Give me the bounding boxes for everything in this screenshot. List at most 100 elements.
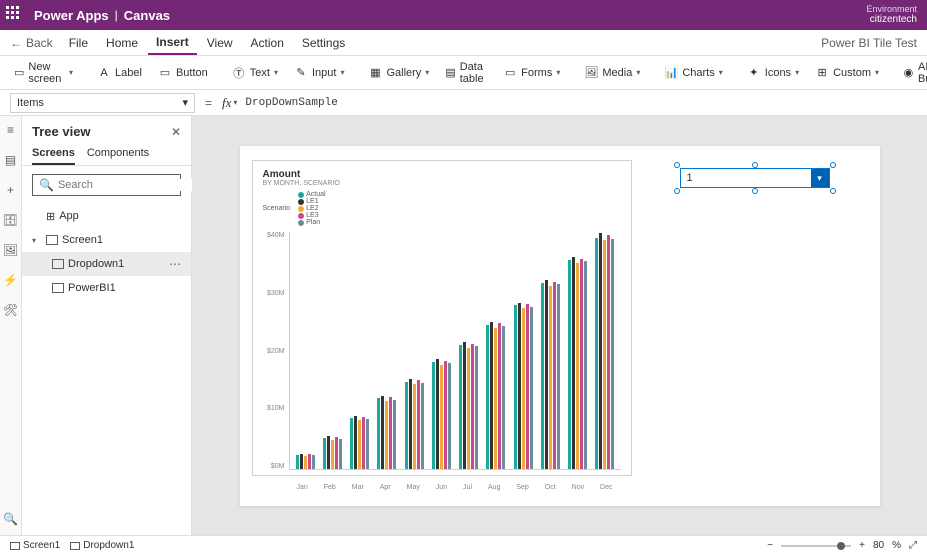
input-dropdown[interactable]: ✎Input▾ — [288, 62, 350, 84]
x-tick: Sep — [516, 484, 528, 491]
rail-flows-icon[interactable]: ⚡ — [3, 272, 19, 288]
fit-to-screen-icon[interactable]: ⤢ — [909, 540, 917, 551]
dropdown-chevron-icon[interactable]: ▾ — [811, 169, 829, 187]
menu-file[interactable]: File — [61, 32, 96, 54]
y-tick: $30M — [263, 290, 285, 297]
menu-home[interactable]: Home — [98, 32, 146, 54]
gallery-dropdown[interactable]: ▦Gallery▾ — [362, 62, 435, 84]
formula-input[interactable] — [245, 97, 917, 109]
ai-builder-dropdown[interactable]: ◉AI Builder▾ — [897, 57, 927, 89]
zoom-thumb[interactable] — [837, 542, 845, 550]
bar — [381, 396, 384, 469]
waffle-icon[interactable] — [6, 6, 24, 24]
bar — [463, 342, 466, 469]
dropdown-icon — [70, 542, 80, 550]
chevron-down-icon: ▾ — [636, 68, 640, 77]
data-table-button[interactable]: ▤Data table — [439, 57, 493, 89]
app-header: Power Apps | Canvas Environment citizent… — [0, 0, 927, 30]
button-button[interactable]: ▭Button — [152, 62, 214, 84]
resize-handle[interactable] — [830, 162, 836, 168]
tree-title: Tree view — [32, 124, 171, 139]
bar — [323, 438, 326, 469]
menu-settings[interactable]: Settings — [294, 32, 353, 54]
chevron-down-icon: ▾ — [795, 68, 799, 77]
zoom-out-button[interactable]: − — [767, 540, 773, 551]
bar — [385, 401, 388, 469]
bar — [518, 303, 521, 469]
bar — [366, 419, 369, 469]
rail-data-icon[interactable]: 🗄 — [3, 212, 19, 228]
chevron-down-icon: ▾ — [69, 68, 73, 77]
charts-dropdown[interactable]: 📊Charts▾ — [658, 62, 728, 84]
tree-search[interactable]: 🔍 — [32, 174, 181, 196]
menu-action[interactable]: Action — [243, 32, 292, 54]
environment-picker[interactable]: Environment citizentech — [866, 5, 921, 26]
tree-node-app[interactable]: ⊞ App — [22, 204, 191, 228]
bar — [599, 233, 602, 469]
new-screen-button[interactable]: ▭New screen▾ — [8, 57, 79, 89]
tab-screens[interactable]: Screens — [32, 143, 75, 165]
menu-insert[interactable]: Insert — [148, 31, 197, 55]
dropdown-control[interactable]: 1 ▾ — [680, 168, 830, 188]
bar — [494, 328, 497, 469]
bar — [413, 384, 416, 469]
resize-handle[interactable] — [674, 188, 680, 194]
label-button[interactable]: ALabel — [91, 62, 148, 84]
breadcrumb-screen1[interactable]: Screen1 — [10, 540, 60, 551]
custom-dropdown[interactable]: ⊞Custom▾ — [809, 62, 885, 84]
close-icon[interactable]: ✕ — [171, 125, 181, 139]
canvas-screen[interactable]: Amount BY MONTH, SCENARIO Scenario Actua… — [240, 146, 880, 506]
status-bar: Screen1 Dropdown1 − + 80 % ⤢ — [0, 535, 927, 555]
property-selector[interactable]: Items ▾ — [10, 93, 195, 113]
powerbi-tile[interactable]: Amount BY MONTH, SCENARIO Scenario Actua… — [252, 160, 632, 476]
bar — [405, 382, 408, 469]
rail-media-icon[interactable]: 🖼 — [3, 242, 19, 258]
x-tick: May — [407, 484, 420, 491]
menu-view[interactable]: View — [199, 32, 241, 54]
month-group — [377, 232, 396, 469]
tree-node-powerbi1[interactable]: PowerBI1 — [22, 276, 191, 300]
bar — [514, 305, 517, 469]
bar — [327, 436, 330, 469]
bar — [471, 344, 474, 469]
menu-bar: ← Back File Home Insert View Action Sett… — [0, 30, 927, 56]
text-dropdown[interactable]: ⓉText▾ — [226, 62, 284, 84]
node-label: PowerBI1 — [68, 282, 116, 294]
bar — [459, 345, 462, 469]
bar — [304, 456, 307, 469]
node-menu-icon[interactable]: ⋯ — [169, 257, 181, 271]
search-icon: 🔍 — [39, 178, 54, 192]
rail-search-icon[interactable]: 🔍 — [3, 511, 19, 527]
ribbon: ▭New screen▾ ALabel ▭Button ⓉText▾ ✎Inpu… — [0, 56, 927, 90]
tree-search-input[interactable] — [58, 179, 200, 191]
breadcrumb-dropdown1[interactable]: Dropdown1 — [70, 540, 134, 551]
tree-node-dropdown1[interactable]: Dropdown1 ⋯ — [22, 252, 191, 276]
chart-legend: Scenario ActualLE1LE2LE3Plan — [263, 191, 621, 226]
back-button[interactable]: ← Back — [10, 36, 53, 50]
chart-y-axis: $40M$30M$20M$10M$0M — [263, 232, 289, 482]
bar — [421, 383, 424, 469]
canvas-area[interactable]: Amount BY MONTH, SCENARIO Scenario Actua… — [192, 116, 927, 535]
rail-hamburger-icon[interactable]: ≡ — [3, 122, 19, 138]
bar — [444, 361, 447, 469]
tree-view-panel: Tree view ✕ Screens Components 🔍 ⊞ App ▾… — [22, 116, 192, 535]
rail-tree-icon[interactable]: ▤ — [3, 152, 19, 168]
chevron-down-icon: ▾ — [340, 68, 344, 77]
media-dropdown[interactable]: 🖼Media▾ — [578, 62, 646, 84]
rail-tools-icon[interactable]: 🛠 — [3, 302, 19, 318]
chevron-down-icon: ▾ — [425, 68, 429, 77]
icons-dropdown[interactable]: ✦Icons▾ — [741, 62, 805, 84]
resize-handle[interactable] — [830, 188, 836, 194]
zoom-slider[interactable] — [781, 545, 851, 547]
forms-dropdown[interactable]: ▭Forms▾ — [497, 62, 566, 84]
zoom-in-button[interactable]: + — [859, 540, 865, 551]
x-tick: Oct — [545, 484, 556, 491]
rail-add-icon[interactable]: + — [3, 182, 19, 198]
fx-dropdown[interactable]: ▾ — [233, 98, 237, 107]
tab-components[interactable]: Components — [87, 143, 149, 165]
ai-icon: ◉ — [903, 66, 914, 80]
resize-handle[interactable] — [752, 188, 758, 194]
tree-node-screen1[interactable]: ▾ Screen1 — [22, 228, 191, 252]
node-label: Dropdown1 — [68, 258, 124, 270]
bar — [339, 439, 342, 469]
